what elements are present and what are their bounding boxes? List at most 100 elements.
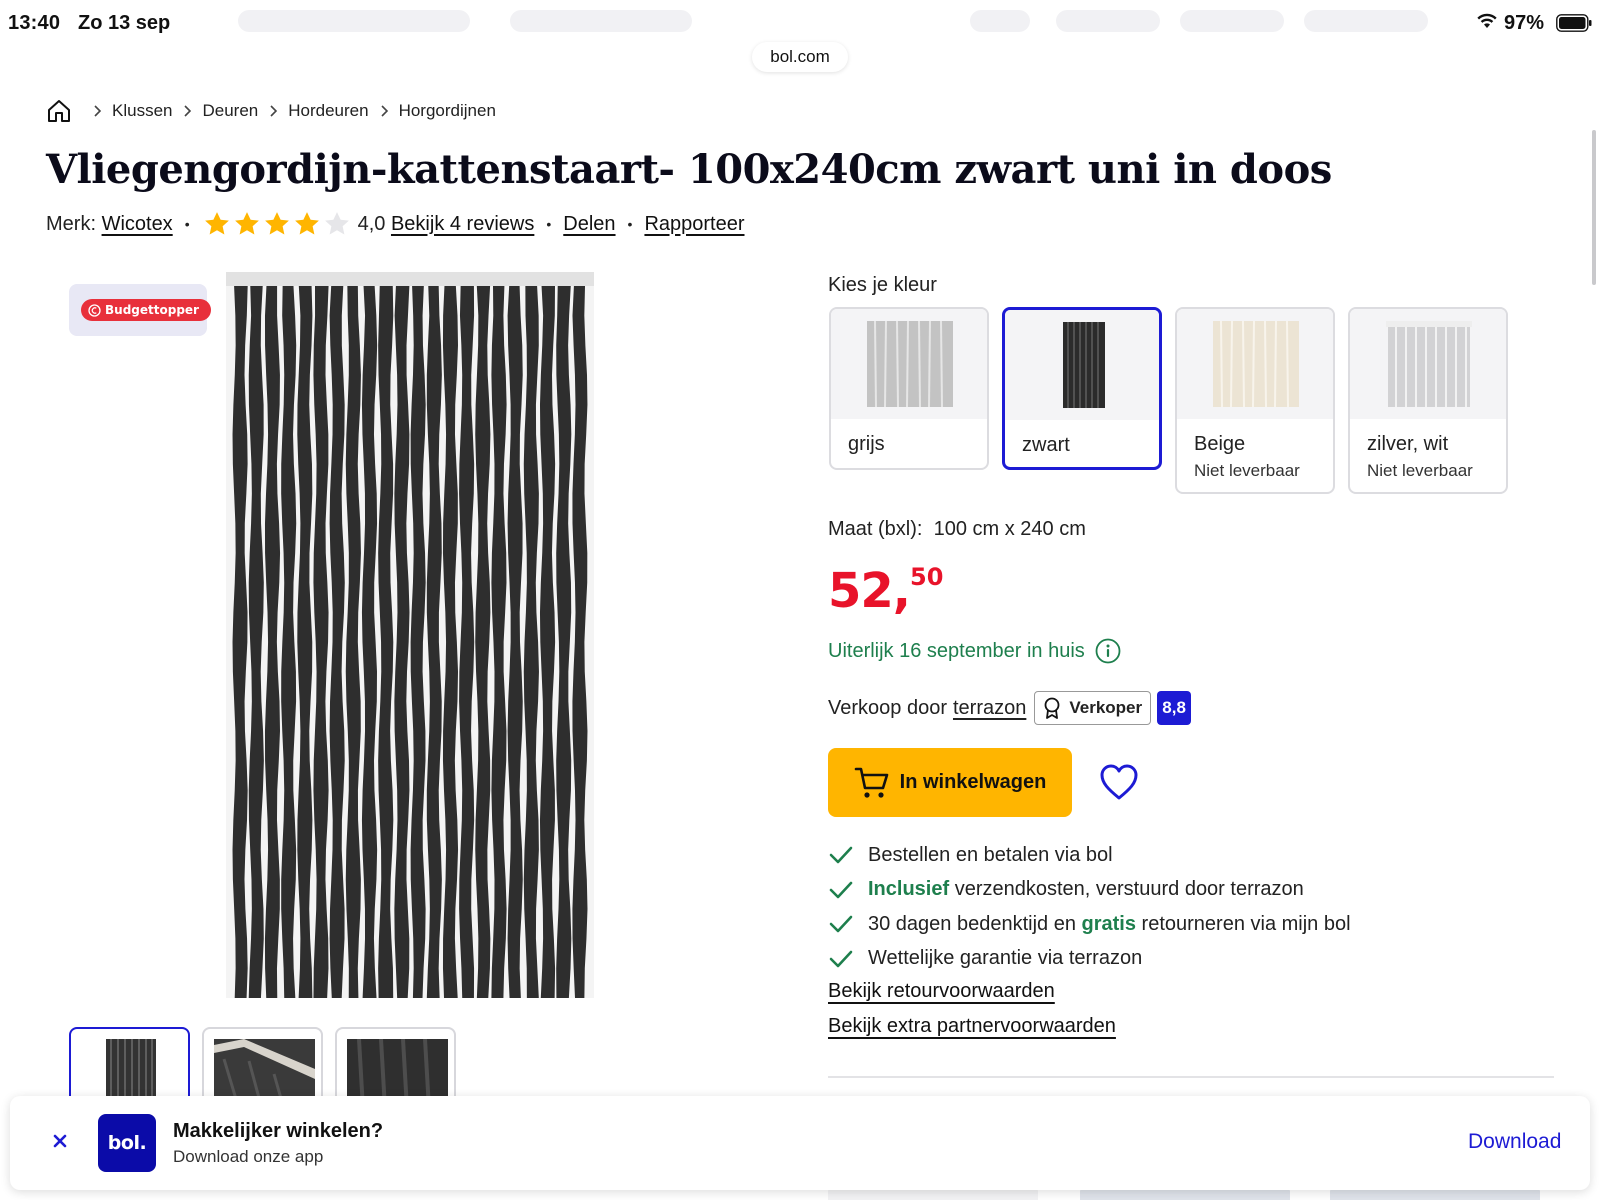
faded-tab [1180, 10, 1284, 32]
curtain-illustration [226, 272, 594, 998]
thumbnail-2[interactable] [202, 1027, 323, 1107]
wifi-icon [1477, 13, 1497, 28]
faded-tab [1056, 10, 1160, 32]
reviews-link[interactable]: Bekijk 4 reviews [391, 213, 534, 236]
color-option-zilver-wit[interactable]: zilver, wit Niet leverbaar [1348, 307, 1508, 494]
thumbnail-strip [69, 1027, 456, 1107]
breadcrumb-item[interactable]: Deuren [202, 101, 258, 121]
swatch-availability: Niet leverbaar [1194, 461, 1300, 480]
swatch-image [1177, 309, 1333, 419]
page-scrollbar[interactable] [1592, 130, 1596, 285]
usp-text: Inclusief verzendkosten, verstuurd door … [868, 878, 1304, 901]
color-option-zwart[interactable]: zwart [1002, 307, 1162, 470]
swatch-image [831, 309, 987, 419]
status-bar: 13:40 Zo 13 sep 97% [0, 0, 1600, 46]
check-icon [829, 915, 853, 933]
add-to-cart-button[interactable]: In winkelwagen [828, 748, 1072, 817]
usp-list: Bestellen en betalen via bol Inclusief v… [828, 838, 1351, 976]
breadcrumb-item[interactable]: Horgordijnen [399, 101, 496, 121]
color-option-grijs[interactable]: grijs [829, 307, 989, 470]
seller-prefix: Verkoop door [828, 696, 947, 719]
color-picker-label: Kies je kleur [828, 274, 937, 296]
battery-percentage: 97% [1504, 12, 1545, 34]
swatch-image [1005, 310, 1159, 420]
product-main-image[interactable] [226, 272, 594, 998]
swatch-name: Beige [1194, 433, 1246, 455]
size-info: Maat (bxl): 100 cm x 240 cm [828, 518, 1086, 541]
usp-item: Bestellen en betalen via bol [828, 838, 1351, 873]
battery-icon [1556, 14, 1592, 32]
faded-tab [1304, 10, 1428, 32]
usp-text: Wettelijke garantie via terrazon [868, 947, 1143, 970]
color-option-beige[interactable]: Beige Niet leverbaar [1175, 307, 1335, 494]
curtain-strand [475, 286, 491, 998]
partner-conditions-link[interactable]: Bekijk extra partnervoorwaarden [828, 1015, 1116, 1038]
usp-item: Inclusief verzendkosten, verstuurd door … [828, 873, 1351, 908]
report-link[interactable]: Rapporteer [644, 213, 744, 236]
price: 52,50 [828, 563, 943, 619]
cart-icon [854, 767, 888, 798]
swatch-curtain-image [1213, 321, 1299, 407]
seller-tag[interactable]: Verkoper [1034, 691, 1152, 725]
check-icon [829, 881, 853, 899]
chevron-right-icon [381, 105, 388, 117]
budgettopper-badge: Budgettopper [81, 299, 211, 321]
swatch-curtain-image [1041, 322, 1127, 408]
chevron-right-icon [94, 105, 102, 117]
brand-link[interactable]: Wicotex [102, 213, 173, 236]
returns-conditions-link[interactable]: Bekijk retourvoorwaarden [828, 980, 1055, 1003]
color-options: grijs zwart Beige Niet leverbaar zilver,… [829, 307, 1508, 494]
star-empty-icon [324, 212, 349, 235]
usp-item: Wettelijke garantie via terrazon [828, 942, 1351, 977]
badge-container: Budgettopper [69, 284, 211, 336]
swatch-image [1350, 309, 1506, 419]
breadcrumb-item[interactable]: Klussen [112, 101, 172, 121]
separator-dot: • [184, 216, 190, 232]
faded-tab [970, 10, 1030, 32]
swatch-name: zwart [1022, 434, 1070, 456]
url-bar[interactable]: bol.com [752, 42, 848, 72]
star-icon [204, 212, 229, 235]
chevron-right-icon [270, 105, 278, 117]
usp-item: 30 dagen bedenktijd en gratis retournere… [828, 907, 1351, 942]
download-app-link[interactable]: Download [1468, 1130, 1561, 1154]
banner-subtitle: Download onze app [173, 1147, 324, 1166]
product-meta: Merk: Wicotex • 4,0 Bekijk 4 reviews • D… [46, 208, 745, 240]
app-download-banner: bol. Makkelijker winkelen? Download onze… [10, 1096, 1590, 1190]
chevron-right-icon [184, 105, 192, 117]
swatch-name: grijs [848, 433, 885, 455]
swatch-availability: Niet leverbaar [1367, 461, 1473, 480]
rating-value: 4,0 [357, 212, 386, 235]
delivery-info: Uiterlijk 16 september in huis [828, 638, 1121, 664]
brand-label: Merk: [46, 212, 96, 235]
thumbnail-3[interactable] [335, 1027, 456, 1107]
info-icon[interactable] [1095, 638, 1121, 664]
seller-info: Verkoop door terrazon Verkoper 8,8 [828, 690, 1192, 726]
home-icon[interactable] [46, 98, 72, 124]
seller-link[interactable]: terrazon [953, 697, 1026, 720]
usp-text: Bestellen en betalen via bol [868, 843, 1113, 866]
swatch-name: zilver, wit [1367, 433, 1449, 455]
close-icon[interactable] [48, 1129, 72, 1153]
badge-label: Budgettopper [105, 303, 199, 317]
price-cents: 50 [910, 563, 944, 591]
separator-dot: • [546, 216, 552, 232]
check-icon [829, 846, 853, 864]
star-icon [294, 212, 319, 235]
seller-tag-label: Verkoper [1069, 698, 1143, 717]
faded-tab [510, 10, 692, 32]
breadcrumb-item[interactable]: Hordeuren [288, 101, 368, 121]
price-whole: 52, [828, 563, 911, 619]
faded-tab [238, 10, 470, 32]
award-icon [1044, 697, 1060, 719]
check-icon [829, 950, 853, 968]
heart-icon[interactable] [1098, 762, 1140, 802]
banner-title: Makkelijker winkelen? [173, 1120, 384, 1142]
star-icon [234, 212, 259, 235]
share-link[interactable]: Delen [563, 213, 615, 236]
thumbnail-1[interactable] [69, 1027, 190, 1107]
size-label: Maat (bxl): [828, 518, 923, 540]
status-date: Zo 13 sep [78, 12, 171, 34]
swatch-curtain-image [1386, 321, 1472, 407]
product-title: Vliegengordijn-kattenstaart- 100x240cm z… [46, 146, 1332, 193]
